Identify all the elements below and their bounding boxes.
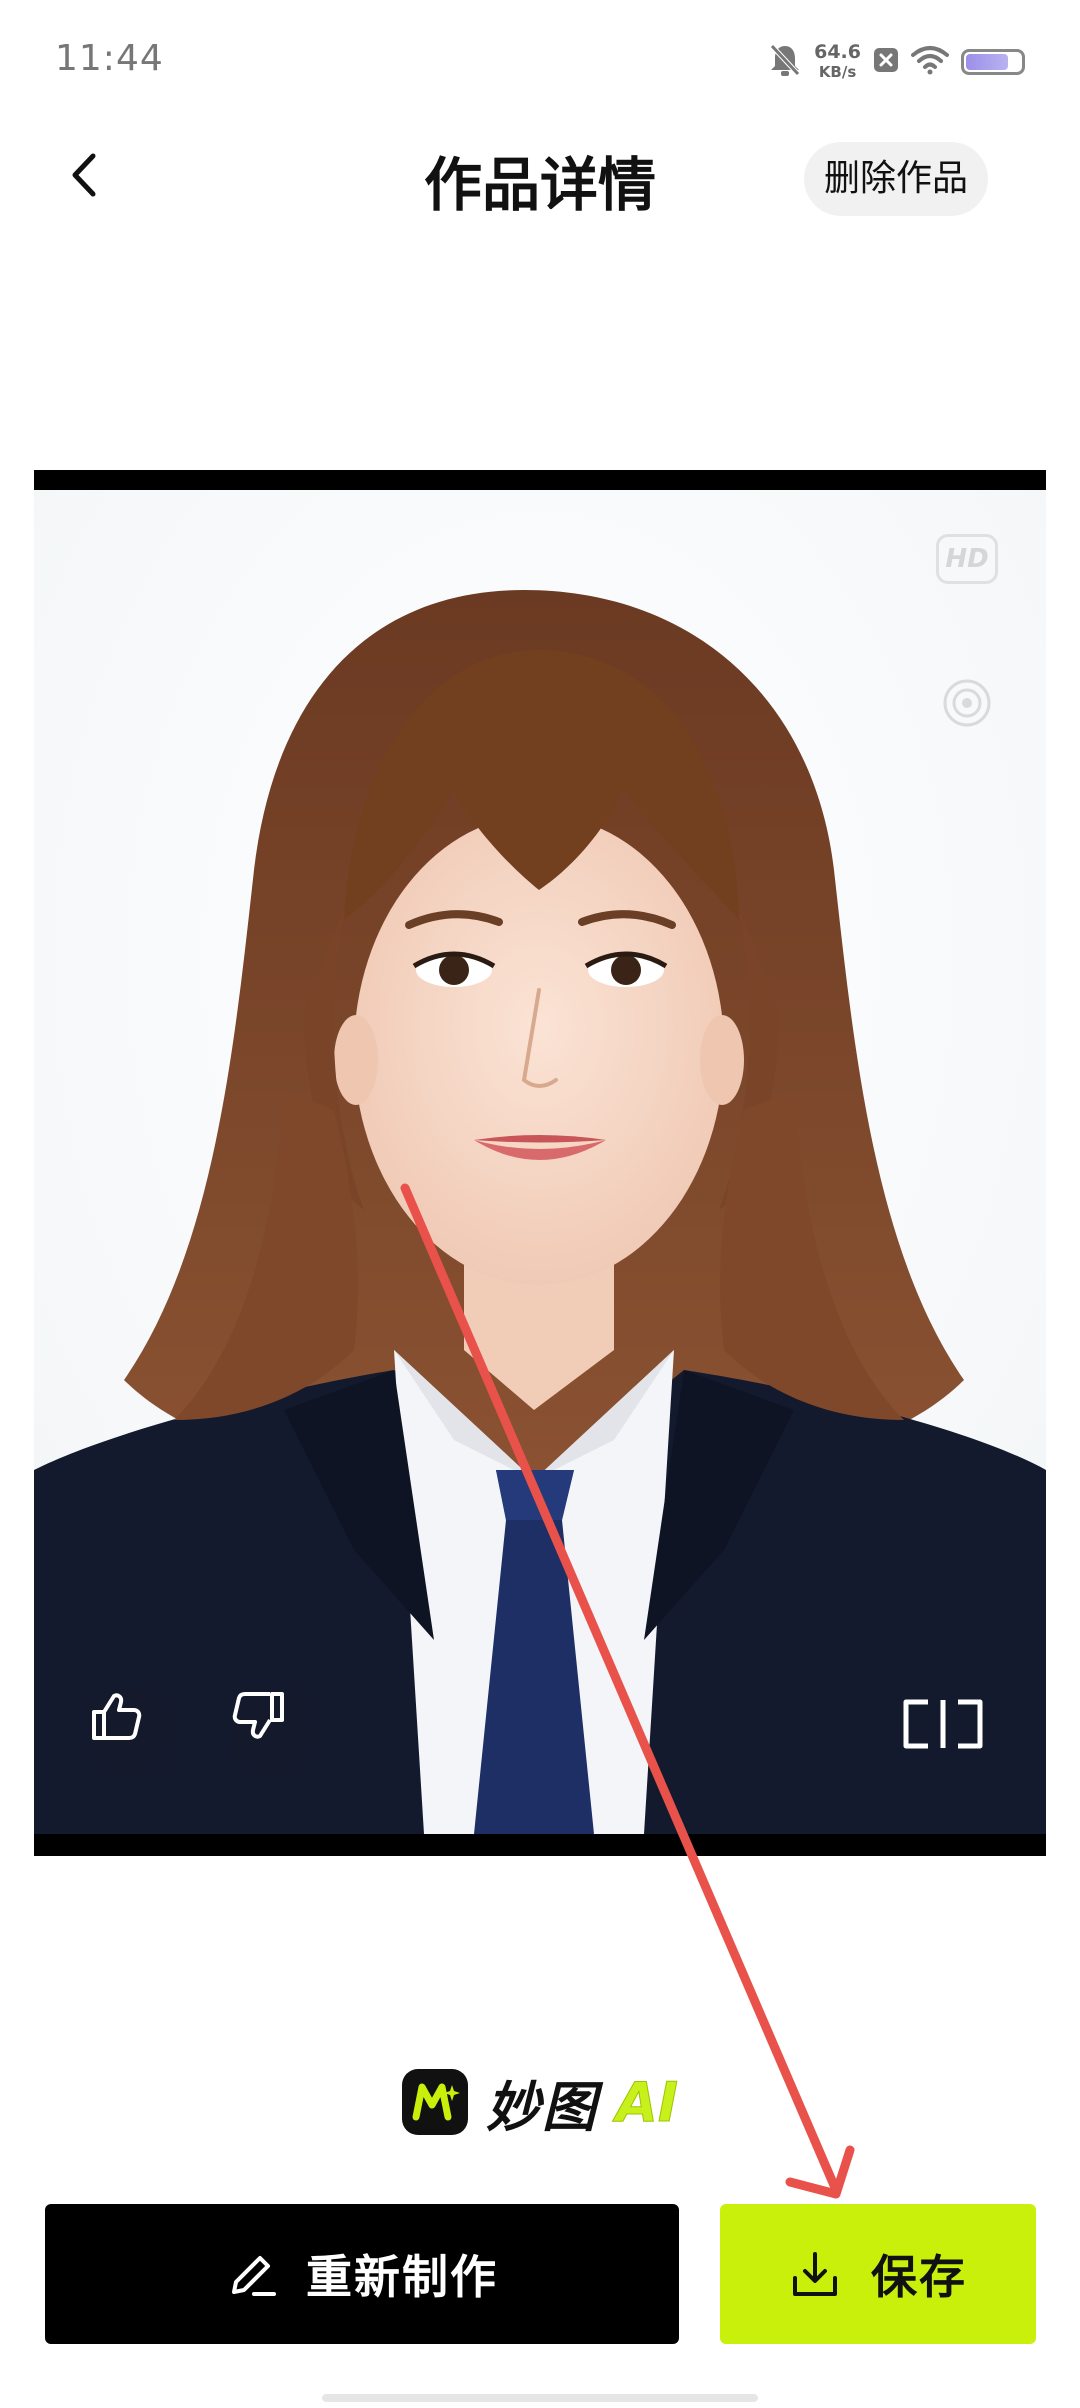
save-button[interactable]: 保存 <box>720 2204 1036 2344</box>
compare-button[interactable] <box>898 1696 994 1776</box>
work-detail-screen: 11:44 64.6 KB/s 作品详情 删除作品 HD 妙图 AI 重新制作 … <box>0 0 1080 2408</box>
delete-work-button[interactable]: 删除作品 <box>803 142 988 216</box>
battery-fill <box>966 54 1009 70</box>
like-button[interactable] <box>88 1688 178 1778</box>
brand-name: 妙图 <box>486 2075 599 2139</box>
dislike-button[interactable] <box>230 1688 320 1778</box>
pencil-icon <box>232 2256 276 2296</box>
brand-m-logo-icon <box>402 2069 469 2135</box>
photo-card: HD <box>34 470 1046 1856</box>
net-speed-value: 64.6 <box>814 41 861 63</box>
status-bar: 11:44 64.6 KB/s <box>0 0 1080 120</box>
thumbs-down-icon <box>232 1692 284 1739</box>
mute-bell-icon <box>768 42 802 82</box>
remake-label: 重新制作 <box>306 2250 498 2304</box>
home-indicator[interactable] <box>322 2394 758 2402</box>
header: 作品详情 删除作品 <box>0 120 1080 240</box>
compare-icon <box>903 1699 983 1749</box>
status-icons: 64.6 KB/s <box>768 40 1025 84</box>
brand-ai: AI <box>616 2070 679 2134</box>
hd-icon[interactable]: HD <box>936 534 998 584</box>
remake-button[interactable]: 重新制作 <box>45 2204 679 2344</box>
portrait-image <box>34 490 1046 1834</box>
save-label: 保存 <box>871 2250 967 2304</box>
generated-photo[interactable]: HD <box>34 490 1046 1834</box>
close-box-icon <box>873 47 899 77</box>
battery-icon <box>961 49 1025 75</box>
target-icon[interactable] <box>940 676 994 730</box>
wifi-icon <box>911 45 949 79</box>
status-time: 11:44 <box>55 38 164 79</box>
brand-logo: 妙图 AI <box>0 2066 1080 2139</box>
net-speed: 64.6 KB/s <box>814 42 861 82</box>
download-icon <box>793 2252 837 2296</box>
hd-label: HD <box>945 544 989 574</box>
thumbs-up-icon <box>92 1693 142 1740</box>
net-speed-unit: KB/s <box>818 63 857 81</box>
